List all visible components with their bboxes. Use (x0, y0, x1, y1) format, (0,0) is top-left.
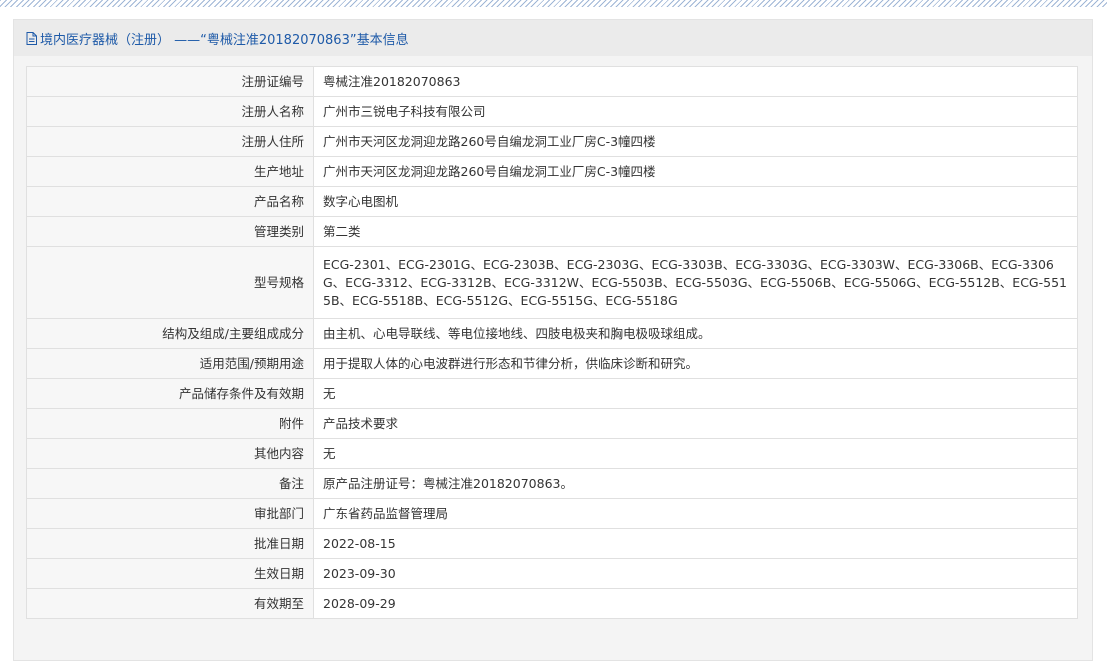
row-label: 注册人住所 (26, 126, 314, 157)
row-label: 注册证编号 (26, 66, 314, 97)
row-value: 无 (313, 438, 1078, 469)
table-row: 其他内容 无 (26, 438, 1078, 469)
row-value: 2028-09-29 (313, 588, 1078, 619)
table-row: 生效日期 2023-09-30 (26, 558, 1078, 589)
table-row: 结构及组成/主要组成成分 由主机、心电导联线、等电位接地线、四肢电极夹和胸电极吸… (26, 318, 1078, 349)
row-value: 广东省药品监督管理局 (313, 498, 1078, 529)
row-value: 广州市三锐电子科技有限公司 (313, 96, 1078, 127)
row-label: 有效期至 (26, 588, 314, 619)
row-label: 适用范围/预期用途 (26, 348, 314, 379)
table-row: 备注 原产品注册证号：粤械注准20182070863。 (26, 468, 1078, 499)
table-row: 型号规格 ECG-2301、ECG-2301G、ECG-2303B、ECG-23… (26, 246, 1078, 319)
row-label: 注册人名称 (26, 96, 314, 127)
row-value: 无 (313, 378, 1078, 409)
document-icon (26, 31, 37, 45)
page-title: 境内医疗器械（注册） ——“粤械注准20182070863”基本信息 (40, 32, 409, 48)
row-label: 生产地址 (26, 156, 314, 187)
table-row: 审批部门 广东省药品监督管理局 (26, 498, 1078, 529)
row-value: 2023-09-30 (313, 558, 1078, 589)
row-label: 备注 (26, 468, 314, 499)
table-row: 附件 产品技术要求 (26, 408, 1078, 439)
table-row: 适用范围/预期用途 用于提取人体的心电波群进行形态和节律分析，供临床诊断和研究。 (26, 348, 1078, 379)
table-row: 注册证编号 粤械注准20182070863 (26, 66, 1078, 97)
row-label: 批准日期 (26, 528, 314, 559)
row-label: 管理类别 (26, 216, 314, 247)
table-row: 注册人住所 广州市天河区龙洞迎龙路260号自编龙洞工业厂房C-3幢四楼 (26, 126, 1078, 157)
row-value: 产品技术要求 (313, 408, 1078, 439)
row-value: 由主机、心电导联线、等电位接地线、四肢电极夹和胸电极吸球组成。 (313, 318, 1078, 349)
detail-table: 注册证编号 粤械注准20182070863 注册人名称 广州市三锐电子科技有限公… (26, 66, 1078, 619)
row-value: 数字心电图机 (313, 186, 1078, 217)
row-value: 2022-08-15 (313, 528, 1078, 559)
row-label: 其他内容 (26, 438, 314, 469)
row-value: 用于提取人体的心电波群进行形态和节律分析，供临床诊断和研究。 (313, 348, 1078, 379)
row-label: 审批部门 (26, 498, 314, 529)
row-label: 型号规格 (26, 246, 314, 319)
top-decorative-rule (0, 0, 1107, 7)
row-value: 广州市天河区龙洞迎龙路260号自编龙洞工业厂房C-3幢四楼 (313, 126, 1078, 157)
row-value: 第二类 (313, 216, 1078, 247)
row-label: 产品名称 (26, 186, 314, 217)
row-value: ECG-2301、ECG-2301G、ECG-2303B、ECG-2303G、E… (313, 246, 1078, 319)
row-value: 粤械注准20182070863 (313, 66, 1078, 97)
row-label: 生效日期 (26, 558, 314, 589)
row-label: 结构及组成/主要组成成分 (26, 318, 314, 349)
row-value: 广州市天河区龙洞迎龙路260号自编龙洞工业厂房C-3幢四楼 (313, 156, 1078, 187)
table-row: 管理类别 第二类 (26, 216, 1078, 247)
table-row: 注册人名称 广州市三锐电子科技有限公司 (26, 96, 1078, 127)
panel-header: 境内医疗器械（注册） ——“粤械注准20182070863”基本信息 (14, 20, 1092, 56)
detail-panel: 境内医疗器械（注册） ——“粤械注准20182070863”基本信息 注册证编号… (13, 19, 1093, 661)
row-label: 产品储存条件及有效期 (26, 378, 314, 409)
table-row: 产品储存条件及有效期 无 (26, 378, 1078, 409)
row-value: 原产品注册证号：粤械注准20182070863。 (313, 468, 1078, 499)
table-row: 批准日期 2022-08-15 (26, 528, 1078, 559)
table-row: 有效期至 2028-09-29 (26, 588, 1078, 619)
row-label: 附件 (26, 408, 314, 439)
table-row: 产品名称 数字心电图机 (26, 186, 1078, 217)
table-row: 生产地址 广州市天河区龙洞迎龙路260号自编龙洞工业厂房C-3幢四楼 (26, 156, 1078, 187)
